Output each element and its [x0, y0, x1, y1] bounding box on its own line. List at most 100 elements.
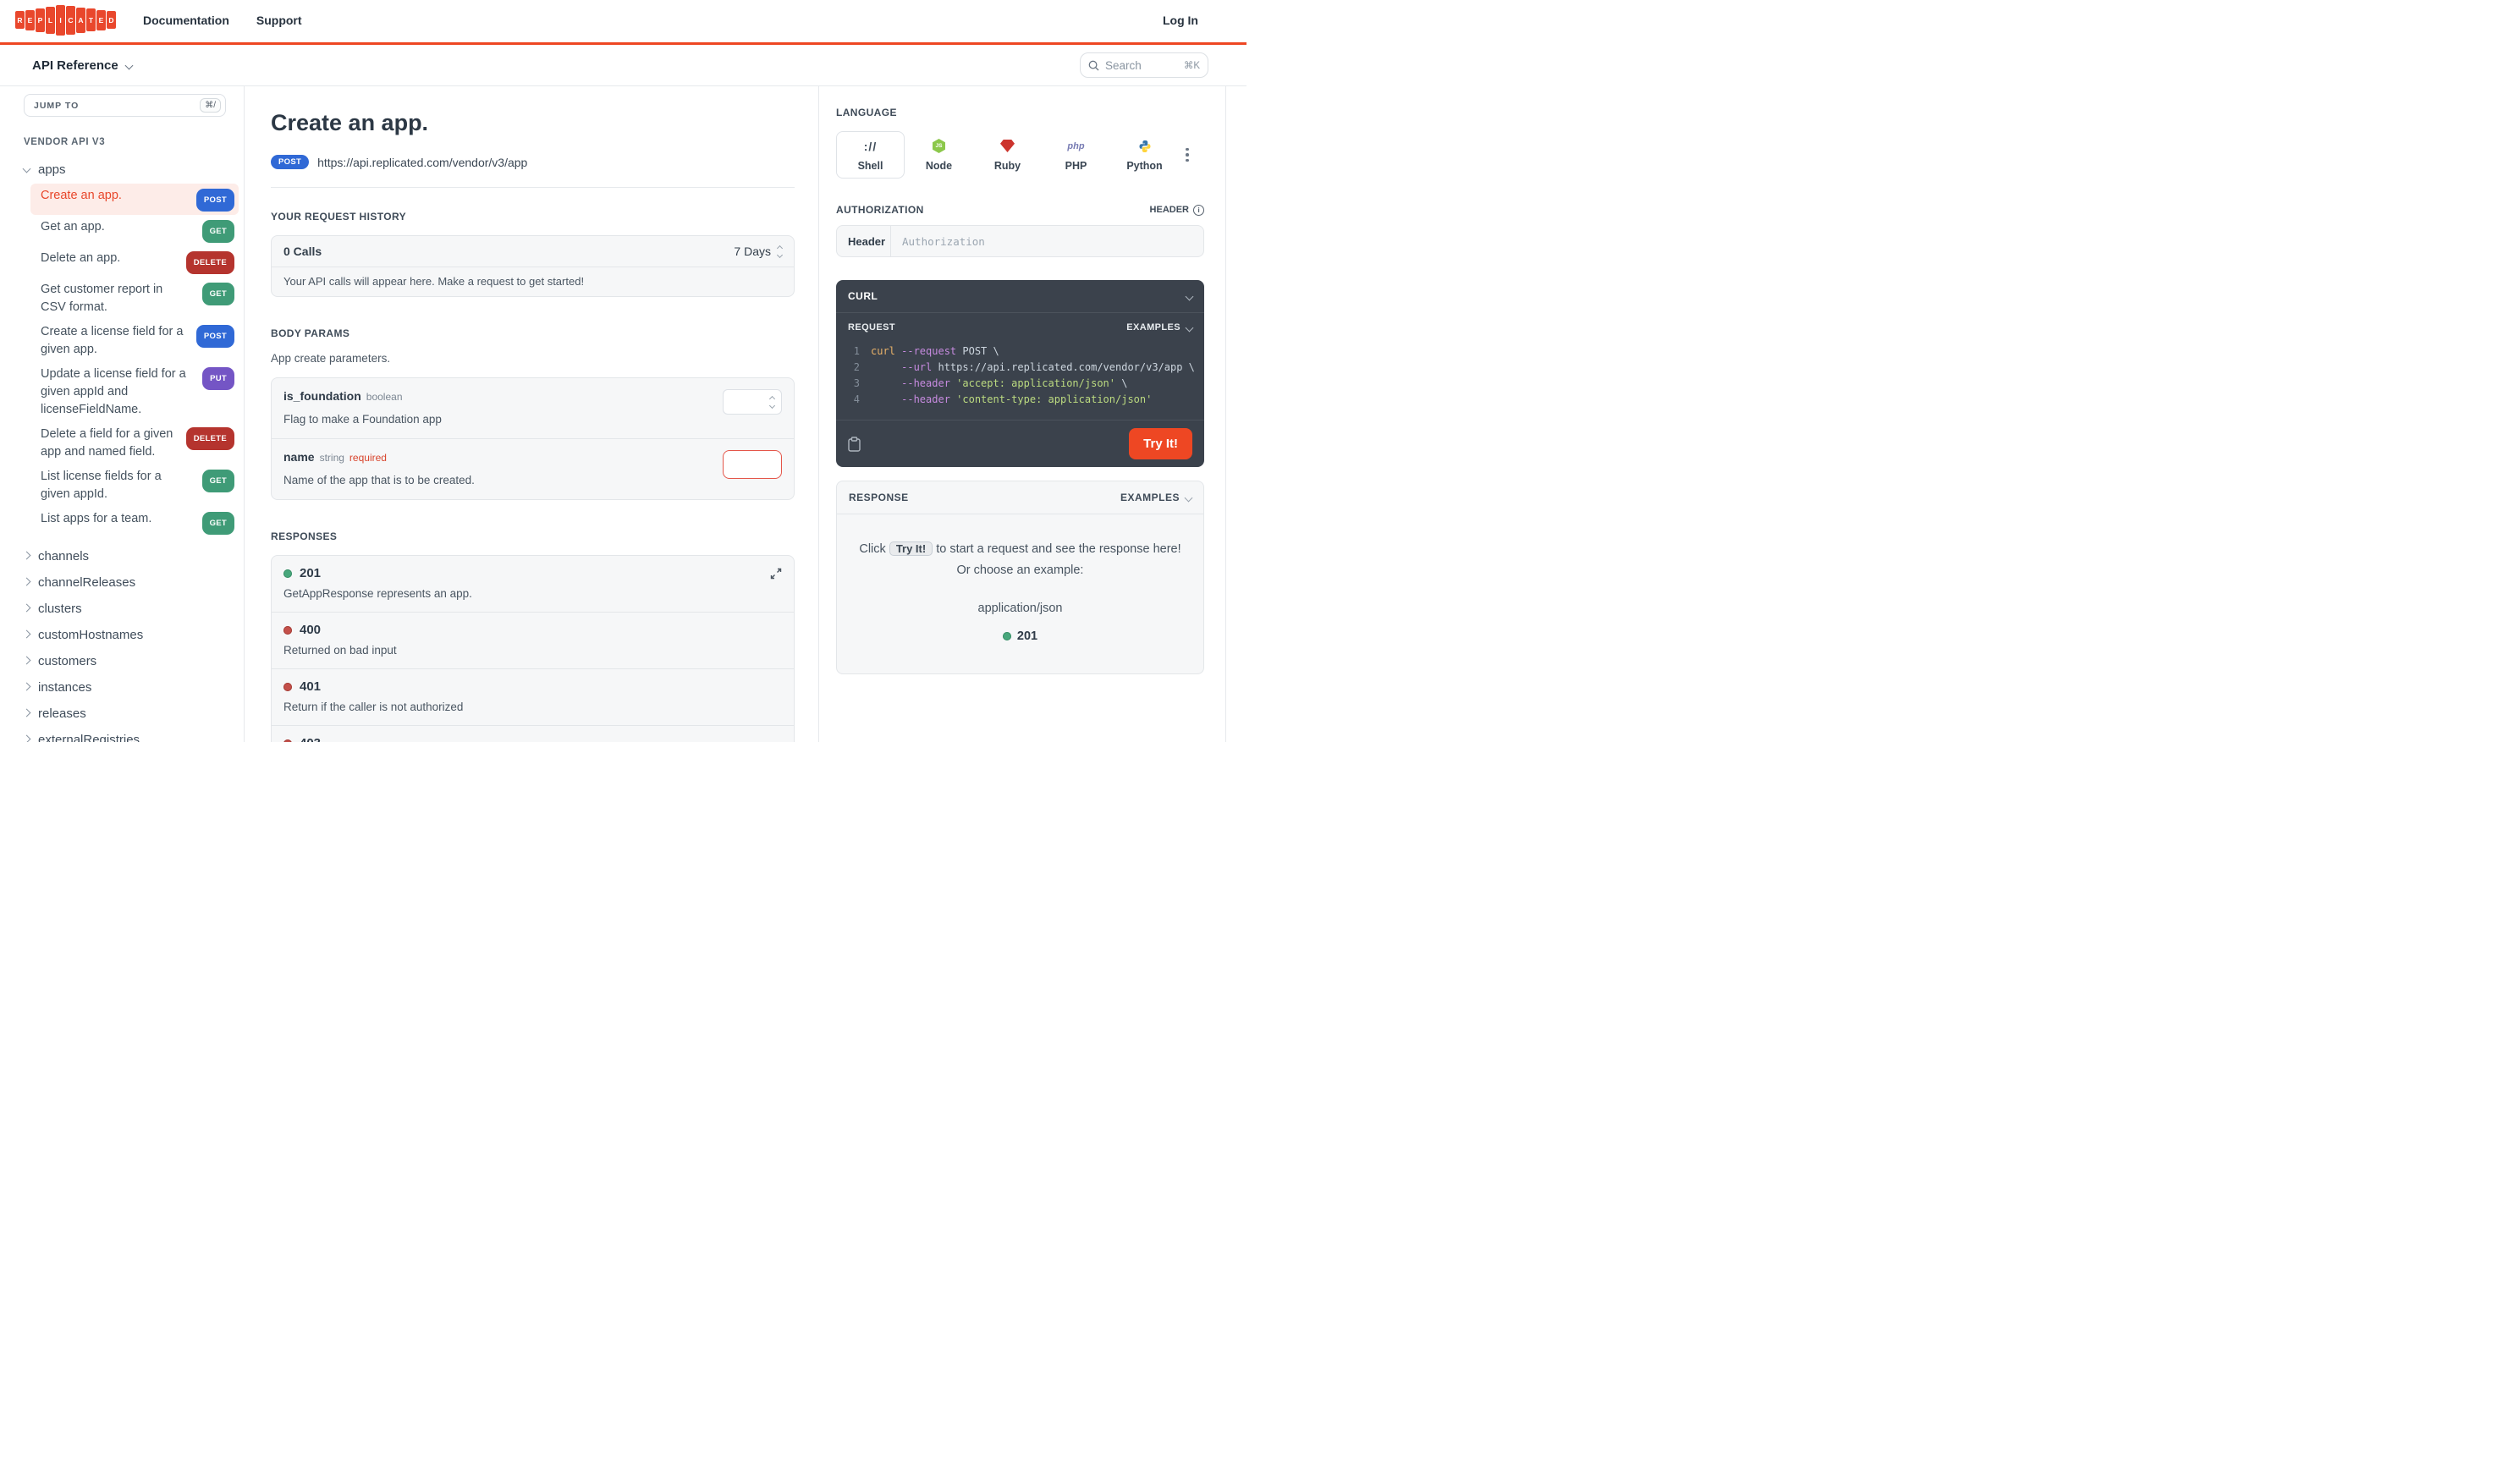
- sidebar-group-releases[interactable]: releases: [22, 701, 239, 727]
- method-badge: GET: [201, 283, 234, 305]
- curl-panel-header[interactable]: CURL: [836, 280, 1204, 313]
- method-badge: DELETE: [185, 251, 234, 274]
- sidebar-endpoint-item[interactable]: Update a license field for a given appId…: [30, 362, 239, 422]
- curl-code-block: 1 curl --request POST \ 2 --url https://ap…: [836, 337, 1204, 420]
- range-selector[interactable]: 7 Days: [734, 245, 784, 258]
- logo-letter-tile: C: [66, 5, 75, 35]
- language-option-php[interactable]: php PHP: [1042, 131, 1110, 179]
- replicated-logo[interactable]: REPLICATED: [15, 4, 116, 36]
- code-token: https://api.replicated.com/vendor/v3/app…: [932, 361, 1195, 373]
- language-option-shell[interactable]: :// Shell: [836, 131, 905, 179]
- param-select[interactable]: [723, 389, 782, 415]
- group-list: channels channelReleases clusters customHos…: [22, 543, 239, 742]
- sidebar-endpoint-item[interactable]: Create an app. POST: [30, 184, 239, 215]
- search-input[interactable]: [1105, 58, 1178, 72]
- sidebar-group-externalRegistries[interactable]: externalRegistries: [22, 727, 239, 742]
- language-option-python[interactable]: Python: [1110, 131, 1179, 179]
- endpoint-url-row: POST https://api.replicated.com/vendor/v…: [271, 155, 795, 188]
- expand-icon[interactable]: [770, 568, 782, 584]
- log-in-link[interactable]: Log In: [1163, 14, 1198, 27]
- calls-count: 0 Calls: [283, 245, 322, 258]
- authorization-heading: AUTHORIZATION: [836, 204, 924, 216]
- code-token: --request: [901, 345, 957, 357]
- sidebar-endpoint-item[interactable]: List license fields for a given appId. GE…: [30, 464, 239, 507]
- auth-token-input[interactable]: [891, 226, 1203, 256]
- hint-prefix: Click: [859, 542, 886, 556]
- sidebar-endpoint-item[interactable]: Get customer report in CSV format. GET: [30, 278, 239, 320]
- response-row[interactable]: 401 Return if the caller is not authorize…: [272, 668, 794, 725]
- group-label: customHostnames: [38, 628, 144, 642]
- sidebar-group-customHostnames[interactable]: customHostnames: [22, 622, 239, 648]
- authorization-field: Header: [836, 225, 1204, 257]
- response-row[interactable]: 400 Returned on bad input: [272, 612, 794, 668]
- line-number: 2: [853, 361, 860, 373]
- chevron-down-icon: [1185, 292, 1194, 300]
- request-history-empty-message: Your API calls will appear here. Make a …: [283, 275, 585, 288]
- response-hint-line: Click Try It! to start a request and see…: [857, 541, 1183, 556]
- endpoint-label: Update a license field for a given appId…: [41, 367, 186, 416]
- response-code-line: 403: [283, 736, 782, 742]
- sidebar-endpoint-item[interactable]: Create a license field for a given app. P…: [30, 320, 239, 362]
- logo-letter-tile: E: [25, 9, 35, 30]
- sidebar-endpoint-item[interactable]: Delete an app. DELETE: [30, 246, 239, 278]
- request-history-header: 0 Calls 7 Days: [272, 236, 794, 267]
- more-languages-menu-icon[interactable]: [1186, 147, 1189, 162]
- search-icon: [1088, 60, 1099, 71]
- page-title: Create an app.: [271, 110, 429, 135]
- endpoint-label: Get an app.: [41, 220, 105, 234]
- jump-to-input[interactable]: JUMP TO ⌘/: [24, 94, 226, 117]
- chevron-right-icon: [22, 577, 31, 586]
- authorization-header-row: AUTHORIZATION HEADER i: [836, 204, 1204, 216]
- group-label: releases: [38, 706, 86, 721]
- sidebar-group-apps[interactable]: apps: [22, 157, 239, 182]
- sidebar-group-instances[interactable]: instances: [22, 674, 239, 701]
- param-name: name: [283, 450, 315, 464]
- sidebar-endpoint-item[interactable]: List apps for a team. GET: [30, 507, 239, 538]
- info-icon[interactable]: i: [1193, 204, 1204, 216]
- request-row: REQUEST EXAMPLES: [836, 313, 1204, 337]
- sidebar-group-clusters[interactable]: clusters: [22, 596, 239, 622]
- sidebar-group-customers[interactable]: customers: [22, 648, 239, 674]
- try-it-keycap[interactable]: Try It!: [889, 541, 933, 556]
- range-label: 7 Days: [734, 245, 771, 258]
- chevron-right-icon: [22, 682, 31, 691]
- sidebar-group-channelReleases[interactable]: channelReleases: [22, 569, 239, 596]
- line-number: 1: [853, 345, 860, 357]
- nav-link-documentation[interactable]: Documentation: [143, 14, 229, 27]
- response-description: Return if the caller is not authorized: [283, 701, 464, 713]
- response-code: 403: [300, 736, 321, 742]
- code-line: 4 --header 'content-type: application/js…: [836, 392, 1204, 408]
- chevron-right-icon: [22, 603, 31, 613]
- copy-clipboard-icon[interactable]: [848, 436, 861, 452]
- response-panel-header: RESPONSE EXAMPLES: [837, 481, 1203, 514]
- logo-letter-tile: A: [76, 7, 85, 33]
- language-option-node[interactable]: JS Node: [905, 131, 973, 179]
- node-icon: JS: [933, 139, 945, 153]
- endpoint-label: List apps for a team.: [41, 512, 152, 525]
- param-text-input[interactable]: [724, 451, 781, 478]
- response-panel-body: Click Try It! to start a request and see…: [837, 514, 1203, 673]
- response-row[interactable]: 403Returned if the caller does not have …: [272, 725, 794, 742]
- nav-link-support[interactable]: Support: [256, 14, 302, 27]
- response-examples-dropdown[interactable]: EXAMPLES: [1120, 492, 1193, 503]
- api-reference-dropdown[interactable]: API Reference: [32, 58, 134, 73]
- method-badge: GET: [201, 512, 234, 535]
- language-option-ruby[interactable]: Ruby: [973, 131, 1042, 179]
- ruby-icon: [1000, 140, 1015, 152]
- try-it-button[interactable]: Try It!: [1129, 428, 1192, 459]
- search-box[interactable]: ⌘K: [1080, 52, 1208, 78]
- language-label: PHP: [1065, 159, 1087, 172]
- code-token: 'content-type: application/json': [956, 393, 1153, 405]
- request-examples-dropdown[interactable]: EXAMPLES: [1126, 322, 1194, 333]
- code-token: POST \: [956, 345, 999, 357]
- right-rail: LANGUAGE ://Shell JS Node Ruby php PHP Python …: [819, 86, 1226, 742]
- sidebar-group-channels[interactable]: channels: [22, 543, 239, 569]
- method-badge: POST: [195, 325, 234, 348]
- sidebar-endpoint-item[interactable]: Delete a field for a given app and named…: [30, 422, 239, 464]
- response-row[interactable]: 201 GetAppResponse represents an app.: [272, 556, 794, 612]
- api-reference-label: API Reference: [32, 58, 118, 73]
- example-response-link[interactable]: 201: [857, 629, 1183, 643]
- line-number: 3: [853, 377, 860, 389]
- sidebar-endpoint-item[interactable]: Get an app. GET: [30, 215, 239, 246]
